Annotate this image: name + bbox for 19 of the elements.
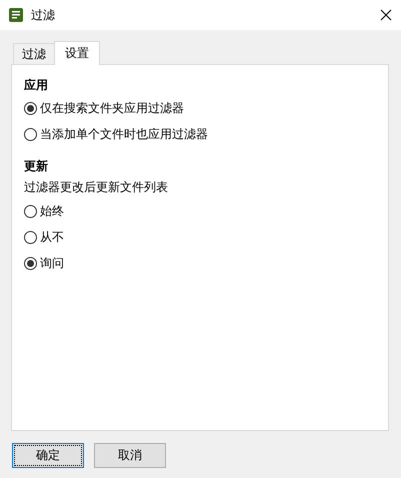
notes-icon [8,7,24,23]
section-heading: 更新 [24,158,48,174]
option-label[interactable]: 始终 [40,202,64,220]
dialog-button[interactable]: 确定 [12,443,84,468]
section-description: 过滤器更改后更新文件列表 [24,178,168,196]
section-heading: 应用 [24,76,48,94]
radio-button[interactable] [24,128,37,140]
option-label[interactable]: 当添加单个文件时也应用过滤器 [40,126,208,142]
radio-button[interactable] [24,256,37,270]
tab[interactable]: 设置 [54,41,100,65]
option-label[interactable]: 从不 [40,228,64,246]
radio-button[interactable] [24,102,37,114]
radio-button[interactable] [24,230,37,244]
option-label[interactable]: 询问 [40,254,64,272]
radio-button[interactable] [24,204,37,218]
option-label[interactable]: 仅在搜索文件夹应用过滤器 [40,100,184,116]
tab[interactable]: 过滤 [13,43,55,64]
dialog-button[interactable]: 取消 [94,443,166,468]
window-title: 过滤 [31,6,55,24]
